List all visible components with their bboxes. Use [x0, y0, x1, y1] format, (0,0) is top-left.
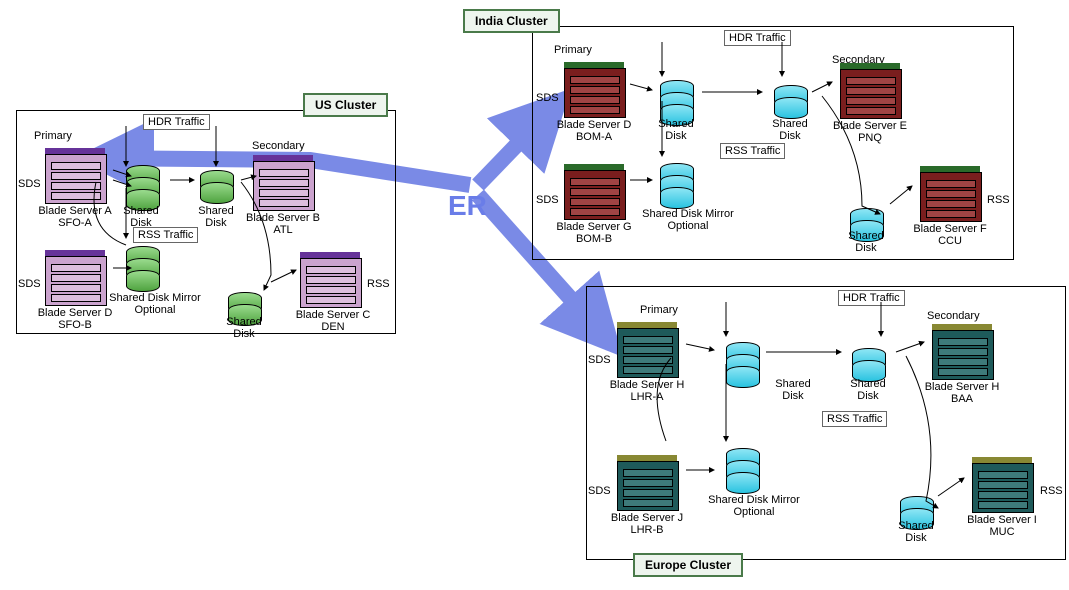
india-disk1-lbl: Shared Disk [648, 118, 704, 142]
us-cluster-title: US Cluster [303, 93, 388, 117]
eu-rss-traffic: RSS Traffic [822, 411, 887, 427]
india-disk1 [660, 80, 692, 120]
india-disk3-lbl: Shared Disk Mirror Optional [638, 208, 738, 232]
eu-server-h2 [932, 324, 992, 378]
india-server-e-lbl: Blade Server E PNQ [825, 120, 915, 144]
india-disk4-lbl: Shared Disk [838, 230, 894, 254]
eu-server-h [617, 322, 677, 376]
eu-disk3 [726, 448, 758, 488]
india-server-f-lbl: Blade Server F CCU [905, 223, 995, 247]
eu-cluster-title: Europe Cluster [633, 553, 743, 577]
us-disk1-lbl: Shared Disk [113, 205, 169, 229]
india-server-d-lbl: Blade Server D BOM-A [549, 119, 639, 143]
eu-rss: RSS [1040, 485, 1063, 497]
eu-hdr: HDR Traffic [838, 290, 905, 306]
india-server-g-lbl: Blade Server G BOM-B [549, 221, 639, 245]
us-disk1 [126, 165, 158, 205]
us-sds1: SDS [18, 178, 41, 190]
us-server-b [253, 155, 313, 209]
india-disk3 [660, 163, 692, 203]
us-disk2-lbl: Shared Disk [188, 205, 244, 229]
eu-server-j [617, 455, 677, 509]
us-server-a [45, 148, 105, 202]
eu-disk4-lbl: Shared Disk [888, 520, 944, 544]
india-disk2-lbl: Shared Disk [762, 118, 818, 142]
india-server-f [920, 166, 980, 220]
india-sds2: SDS [536, 194, 559, 206]
us-secondary: Secondary [252, 140, 305, 152]
us-server-a-lbl: Blade Server A SFO-A [30, 205, 120, 229]
eu-server-h-lbl: Blade Server H LHR-A [602, 379, 692, 403]
us-server-c [300, 252, 360, 306]
eu-server-i-lbl: Blade Server I MUC [957, 514, 1047, 538]
india-server-e [840, 63, 900, 117]
us-disk3 [126, 246, 158, 286]
eu-sds2: SDS [588, 485, 611, 497]
eu-disk1 [726, 342, 758, 382]
india-primary: Primary [554, 44, 592, 56]
india-hdr: HDR Traffic [724, 30, 791, 46]
eu-primary: Primary [640, 304, 678, 316]
us-rss: RSS [367, 278, 390, 290]
eu-disk2-lbl: Shared Disk [840, 378, 896, 402]
us-primary: Primary [34, 130, 72, 142]
us-server-c-lbl: Blade Server C DEN [288, 309, 378, 333]
eu-disk1-lbl: Shared Disk [765, 378, 821, 402]
us-disk4-lbl: Shared Disk [216, 316, 272, 340]
eu-server-h2-lbl: Blade Server H BAA [917, 381, 1007, 405]
india-server-g [564, 164, 624, 218]
eu-secondary: Secondary [927, 310, 980, 322]
eu-disk3-lbl: Shared Disk Mirror Optional [704, 494, 804, 518]
us-server-b-lbl: Blade Server B ATL [238, 212, 328, 236]
er-label: ER [448, 190, 487, 222]
eu-server-i [972, 457, 1032, 511]
india-rss: RSS [987, 194, 1010, 206]
us-disk3-lbl: Shared Disk Mirror Optional [105, 292, 205, 316]
us-sds2: SDS [18, 278, 41, 290]
india-sds1: SDS [536, 92, 559, 104]
india-cluster-title: India Cluster [463, 9, 560, 33]
us-hdr: HDR Traffic [143, 114, 210, 130]
us-disk2 [200, 170, 232, 210]
eu-server-j-lbl: Blade Server J LHR-B [602, 512, 692, 536]
us-server-d [45, 250, 105, 304]
eu-sds1: SDS [588, 354, 611, 366]
us-rss-traffic: RSS Traffic [133, 227, 198, 243]
india-server-d [564, 62, 624, 116]
india-rss-traffic: RSS Traffic [720, 143, 785, 159]
